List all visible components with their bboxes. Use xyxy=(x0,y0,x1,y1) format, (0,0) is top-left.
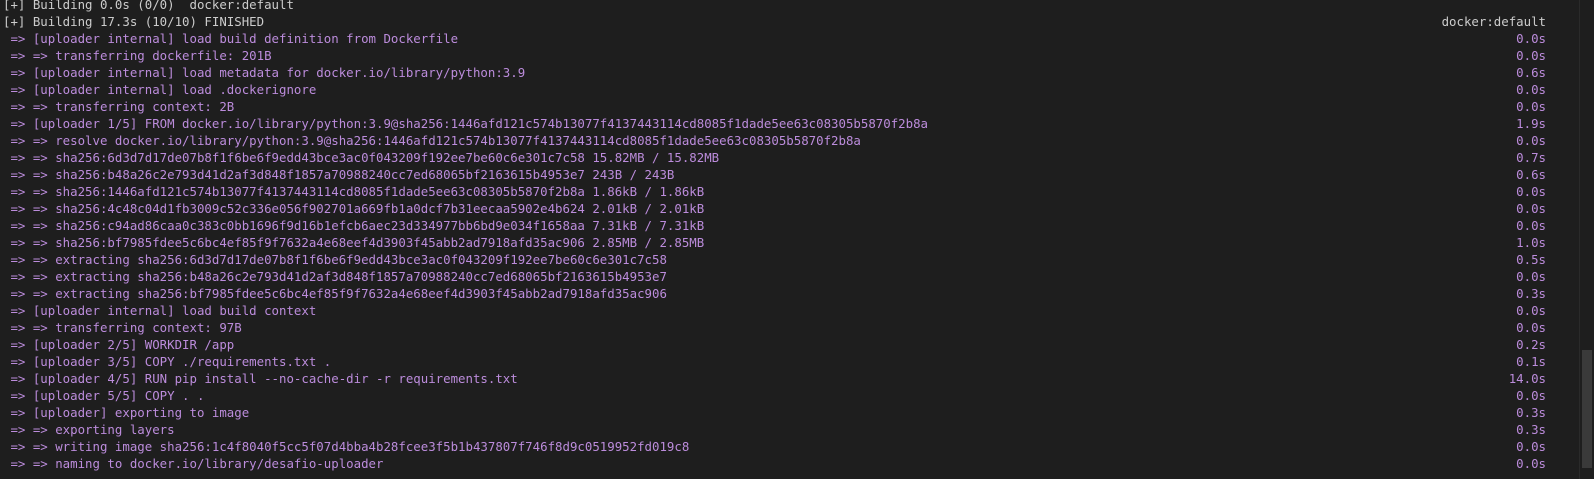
terminal-line-duration: 0.0s xyxy=(1516,456,1546,471)
terminal-line-duration: 0.0s xyxy=(1516,269,1546,284)
terminal-line: => [uploader 2/5] WORKDIR /app 0.2s xyxy=(3,336,1594,353)
terminal-line-duration: 0.0s xyxy=(1516,218,1546,233)
terminal-line: [+] Building 0.0s (0/0) docker:default xyxy=(3,0,1594,13)
terminal-line-text: => [uploader internal] load metadata for… xyxy=(3,65,526,80)
terminal-line-text: => [uploader 1/5] FROM docker.io/library… xyxy=(3,116,929,131)
vertical-scrollbar[interactable] xyxy=(1580,0,1594,479)
terminal-line-text: => [uploader internal] load build defini… xyxy=(3,31,459,46)
terminal-line: [+] Building 17.3s (10/10) FINISHED docke… xyxy=(3,13,1594,30)
terminal-line: => => sha256:6d3d7d17de07b8f1f6be6f9edd4… xyxy=(3,149,1594,166)
terminal-line: => => sha256:bf7985fdee5c6bc4ef85f9f7632… xyxy=(3,234,1594,251)
terminal-line-text: => => extracting sha256:bf7985fdee5c6bc4… xyxy=(3,286,667,301)
terminal-line-duration: 0.6s xyxy=(1516,65,1546,80)
terminal-line: => [uploader] exporting to image 0.3s xyxy=(3,404,1594,421)
terminal-line-duration: 0.0s xyxy=(1516,201,1546,216)
terminal-line: => => sha256:1446afd121c574b13077f413744… xyxy=(3,183,1594,200)
terminal-line-text: => => transferring context: 97B xyxy=(3,320,242,335)
terminal-line-duration: 14.0s xyxy=(1508,371,1546,386)
terminal-line: => [uploader internal] load metadata for… xyxy=(3,64,1594,81)
terminal-line-text: => => sha256:4c48c04d1fb3009c52c336e056f… xyxy=(3,201,705,216)
terminal-line: => => naming to docker.io/library/desafi… xyxy=(3,455,1594,472)
terminal-line-text: => => resolve docker.io/library/python:3… xyxy=(3,133,861,148)
terminal-line: => => transferring context: 97B 0.0s xyxy=(3,319,1594,336)
terminal-line-duration: 1.9s xyxy=(1516,116,1546,131)
terminal-line-text: => => sha256:c94ad86caa0c383c0bb1696f9d1… xyxy=(3,218,705,233)
terminal-line: => => transferring context: 2B 0.0s xyxy=(3,98,1594,115)
terminal-window[interactable]: [+] Building 0.0s (0/0) docker:default [+… xyxy=(0,0,1594,479)
terminal-line-text: => [uploader] exporting to image xyxy=(3,405,250,420)
terminal-line-duration: docker:default xyxy=(1441,14,1546,29)
terminal-line: => => writing image sha256:1c4f8040f5cc5… xyxy=(3,438,1594,455)
terminal-line-text: => => sha256:6d3d7d17de07b8f1f6be6f9edd4… xyxy=(3,150,720,165)
terminal-line-text: => => extracting sha256:b48a26c2e793d41d… xyxy=(3,269,667,284)
terminal-line-duration: 0.0s xyxy=(1516,184,1546,199)
terminal-line-text: => => exporting layers xyxy=(3,422,175,437)
terminal-line-text: => => writing image sha256:1c4f8040f5cc5… xyxy=(3,439,690,454)
terminal-line: => => sha256:b48a26c2e793d41d2af3d848f18… xyxy=(3,166,1594,183)
terminal-line: => => transferring dockerfile: 201B 0.0s xyxy=(3,47,1594,64)
terminal-line-duration: 0.7s xyxy=(1516,150,1546,165)
scrollbar-thumb[interactable] xyxy=(1582,350,1592,468)
terminal-line-duration: 0.3s xyxy=(1516,422,1546,437)
terminal-line: => [uploader internal] load .dockerignor… xyxy=(3,81,1594,98)
terminal-line: => [uploader 4/5] RUN pip install --no-c… xyxy=(3,370,1594,387)
terminal-line-text: => [uploader 3/5] COPY ./requirements.tx… xyxy=(3,354,332,369)
terminal-output: [+] Building 0.0s (0/0) docker:default [+… xyxy=(3,0,1594,472)
terminal-line: => [uploader internal] load build defini… xyxy=(3,30,1594,47)
terminal-line-text: => [uploader 2/5] WORKDIR /app xyxy=(3,337,235,352)
terminal-line-text: => [uploader internal] load .dockerignor… xyxy=(3,82,317,97)
terminal-line-text: => => sha256:1446afd121c574b13077f413744… xyxy=(3,184,705,199)
terminal-line: => [uploader internal] load build contex… xyxy=(3,302,1594,319)
terminal-line-text: => => extracting sha256:6d3d7d17de07b8f1… xyxy=(3,252,667,267)
terminal-line: => => extracting sha256:b48a26c2e793d41d… xyxy=(3,268,1594,285)
terminal-line: => [uploader 5/5] COPY . . 0.0s xyxy=(3,387,1594,404)
terminal-line-duration: 0.1s xyxy=(1516,354,1546,369)
terminal-line-text: => [uploader 4/5] RUN pip install --no-c… xyxy=(3,371,518,386)
terminal-line: => => sha256:c94ad86caa0c383c0bb1696f9d1… xyxy=(3,217,1594,234)
terminal-line-text: [+] Building 0.0s (0/0) docker:default xyxy=(3,0,294,12)
terminal-line-duration: 0.0s xyxy=(1516,303,1546,318)
terminal-line: => => resolve docker.io/library/python:3… xyxy=(3,132,1594,149)
terminal-line: => => extracting sha256:bf7985fdee5c6bc4… xyxy=(3,285,1594,302)
terminal-line-text: => => transferring context: 2B xyxy=(3,99,235,114)
terminal-prompt[interactable] xyxy=(3,460,42,477)
terminal-line: => => extracting sha256:6d3d7d17de07b8f1… xyxy=(3,251,1594,268)
terminal-line-text: [+] Building 17.3s (10/10) FINISHED xyxy=(3,14,265,29)
terminal-line-duration: 0.0s xyxy=(1516,82,1546,97)
terminal-line-duration: 0.6s xyxy=(1516,167,1546,182)
terminal-line-text: => [uploader 5/5] COPY . . xyxy=(3,388,205,403)
terminal-line-duration: 0.3s xyxy=(1516,286,1546,301)
terminal-line-text: => => sha256:b48a26c2e793d41d2af3d848f18… xyxy=(3,167,675,182)
terminal-line-duration: 0.0s xyxy=(1516,99,1546,114)
terminal-line-duration: 0.0s xyxy=(1516,31,1546,46)
terminal-line-duration: 0.2s xyxy=(1516,337,1546,352)
terminal-line-duration: 0.0s xyxy=(1516,48,1546,63)
terminal-line: => => exporting layers 0.3s xyxy=(3,421,1594,438)
terminal-line-duration: 0.0s xyxy=(1516,439,1546,454)
terminal-line: => [uploader 3/5] COPY ./requirements.tx… xyxy=(3,353,1594,370)
terminal-line: => => sha256:4c48c04d1fb3009c52c336e056f… xyxy=(3,200,1594,217)
terminal-line-duration: 0.0s xyxy=(1516,388,1546,403)
terminal-line-duration: 0.5s xyxy=(1516,252,1546,267)
terminal-line-duration: 0.3s xyxy=(1516,405,1546,420)
terminal-line-text: => => sha256:bf7985fdee5c6bc4ef85f9f7632… xyxy=(3,235,705,250)
terminal-line-duration: 1.0s xyxy=(1516,235,1546,250)
terminal-line-text: => => transferring dockerfile: 201B xyxy=(3,48,272,63)
terminal-line-text: => [uploader internal] load build contex… xyxy=(3,303,317,318)
terminal-line-duration: 0.0s xyxy=(1516,133,1546,148)
terminal-line-text: => => naming to docker.io/library/desafi… xyxy=(3,456,384,471)
terminal-line-duration: 0.0s xyxy=(1516,320,1546,335)
terminal-line: => [uploader 1/5] FROM docker.io/library… xyxy=(3,115,1594,132)
